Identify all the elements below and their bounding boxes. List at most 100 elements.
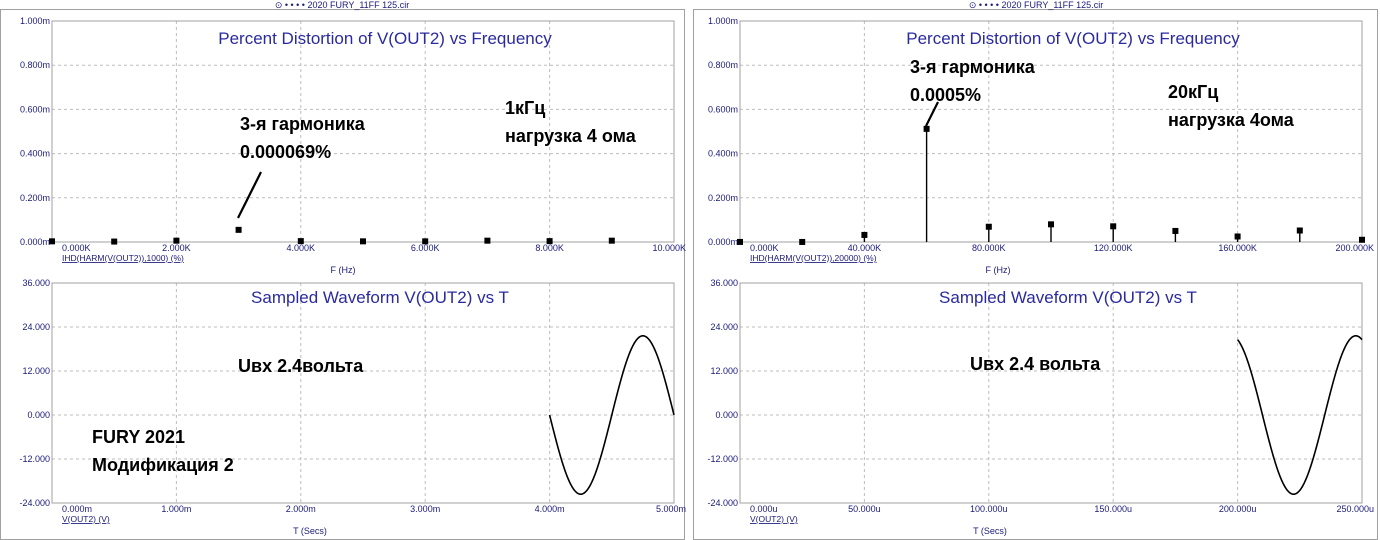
chart-title: Sampled Waveform V(OUT2) vs T xyxy=(251,288,509,307)
annotation-text: 3-я гармоника xyxy=(240,114,366,134)
x-tick-label: 250.000u xyxy=(1336,504,1374,514)
plot-area-border xyxy=(739,20,1363,243)
x-tick-label: 1.000m xyxy=(161,504,191,514)
y-tick-label: -24.000 xyxy=(19,498,50,508)
y-tick-label: -12.000 xyxy=(707,454,738,464)
y-tick-label: 0.200m xyxy=(708,193,738,203)
x-tick-label: 150.000u xyxy=(1094,504,1132,514)
x-tick-label: 10.000K xyxy=(652,243,686,253)
y-tick-label: 36.000 xyxy=(710,278,738,288)
x-tick-label: 3.000m xyxy=(410,504,440,514)
harmonic-point xyxy=(173,237,180,244)
harmonic-point xyxy=(985,223,992,230)
harmonic-point xyxy=(1110,223,1117,230)
series-expression-label[interactable]: IHD(HARM(V(OUT2)),20000) (%) xyxy=(750,253,877,263)
y-tick-label: 0.000m xyxy=(708,237,738,247)
schematic-simulation-screenshot: ⊙ • • • • 2020 FURY_11FF 125.cir ⊙ • • •… xyxy=(0,0,1378,540)
x-tick-label: 40.000K xyxy=(848,243,882,253)
y-tick-label: 0.400m xyxy=(20,149,50,159)
annotation-text: 0.000069% xyxy=(240,142,331,162)
y-tick-label: 0.200m xyxy=(20,193,50,203)
x-tick-label: 160.000K xyxy=(1218,243,1257,253)
x-tick-label: 4.000K xyxy=(287,243,316,253)
annotation-text: FURY 2021 xyxy=(92,427,185,447)
annotation-text: нагрузка 4 ома xyxy=(505,126,637,146)
right-header-label: ⊙ • • • • 2020 FURY_11FF 125.cir xyxy=(969,0,1103,10)
x-axis-title: F (Hz) xyxy=(331,265,356,275)
y-tick-label: 36.000 xyxy=(22,278,50,288)
harmonic-point xyxy=(1234,233,1241,240)
chart-title: Percent Distortion of V(OUT2) vs Frequen… xyxy=(218,29,552,48)
harmonic-point xyxy=(1048,221,1054,228)
waveform-chart-1khz: 0.000m 1.000m 2.000m 3.000m 4.000m 5.000m -24.… xyxy=(19,278,686,536)
x-tick-label: 5.000m xyxy=(656,504,686,514)
x-tick-label: 80.000K xyxy=(972,243,1006,253)
x-tick-label: 0.000u xyxy=(750,504,778,514)
annotation-text: 0.0005% xyxy=(910,85,981,105)
x-axis-title: F (Hz) xyxy=(986,265,1011,275)
plot-area-border xyxy=(739,282,1363,504)
annotation-text: 3-я гармоника xyxy=(910,57,1036,77)
y-tick-label: -24.000 xyxy=(707,498,738,508)
annotation-text: Модификация 2 xyxy=(92,455,234,475)
distortion-chart-1khz: 0.000K 2.000K 4.000K 6.000K 8.000K 10.000K 0.0… xyxy=(20,16,686,275)
harmonic-point xyxy=(737,238,743,245)
x-tick-label: 200.000K xyxy=(1335,243,1374,253)
x-tick-label: 6.000K xyxy=(411,243,440,253)
x-tick-label: 200.000u xyxy=(1219,504,1257,514)
y-tick-label: 0.400m xyxy=(708,149,738,159)
x-tick-label: 2.000m xyxy=(286,504,316,514)
chart-title: Sampled Waveform V(OUT2) vs T xyxy=(939,288,1197,307)
harmonic-point xyxy=(297,238,304,245)
y-tick-label: 24.000 xyxy=(710,322,738,332)
series-expression-label[interactable]: V(OUT2) (V) xyxy=(750,514,798,524)
harmonic-point xyxy=(1172,227,1179,234)
x-tick-label: 0.000K xyxy=(750,243,779,253)
annotation-pointer-line xyxy=(237,171,262,219)
harmonic-point xyxy=(546,238,553,245)
y-tick-label: 0.600m xyxy=(708,104,738,114)
x-axis-title: T (Secs) xyxy=(293,526,327,536)
y-tick-label: 12.000 xyxy=(710,366,738,376)
harmonic-point xyxy=(861,231,868,238)
x-tick-label: 0.000K xyxy=(62,243,91,253)
harmonic-point xyxy=(235,226,242,233)
annotation-text: Uвх 2.4вольта xyxy=(238,356,364,376)
harmonic-point xyxy=(608,237,615,244)
x-tick-label: 120.000K xyxy=(1094,243,1133,253)
y-tick-label: -12.000 xyxy=(19,454,50,464)
harmonic-point xyxy=(1296,227,1303,234)
x-tick-label: 100.000u xyxy=(970,504,1008,514)
harmonic-point xyxy=(1359,236,1365,243)
y-tick-label: 12.000 xyxy=(22,366,50,376)
y-tick-label: 0.000 xyxy=(27,410,50,420)
x-tick-label: 8.000K xyxy=(535,243,564,253)
harmonic-point xyxy=(422,238,429,245)
harmonic-point xyxy=(360,238,366,245)
x-axis-title: T (Secs) xyxy=(973,526,1007,536)
chart-title: Percent Distortion of V(OUT2) vs Frequen… xyxy=(906,29,1240,48)
y-tick-label: 24.000 xyxy=(22,322,50,332)
annotation-text: 20кГц xyxy=(1168,82,1218,102)
waveform-chart-20khz: 0.000u 50.000u 100.000u 150.000u 200.000u 250… xyxy=(707,278,1374,536)
series-expression-label[interactable]: V(OUT2) (V) xyxy=(62,514,110,524)
annotation-pointer-line xyxy=(925,101,939,127)
harmonic-point xyxy=(49,238,55,245)
harmonic-point xyxy=(484,237,491,244)
y-tick-label: 0.800m xyxy=(20,60,50,70)
harmonic-point xyxy=(923,125,930,132)
y-tick-label: 0.000 xyxy=(715,410,738,420)
y-tick-label: 1.000m xyxy=(20,16,50,26)
annotation-text: Uвх 2.4 вольта xyxy=(970,354,1101,374)
x-tick-label: 50.000u xyxy=(848,504,881,514)
distortion-chart-20khz: 0.000K 40.000K 80.000K 120.000K 160.000K 200.… xyxy=(708,16,1374,275)
annotation-text: нагрузка 4ома xyxy=(1168,110,1295,130)
x-tick-label: 0.000m xyxy=(62,504,92,514)
series-expression-label[interactable]: IHD(HARM(V(OUT2)),1000) (%) xyxy=(62,253,184,263)
x-tick-label: 4.000m xyxy=(535,504,565,514)
left-header-label: ⊙ • • • • 2020 FURY_11FF 125.cir xyxy=(275,0,409,10)
y-tick-label: 1.000m xyxy=(708,16,738,26)
x-tick-label: 2.000K xyxy=(162,243,191,253)
y-tick-label: 0.600m xyxy=(20,104,50,114)
annotation-text: 1кГц xyxy=(505,98,545,118)
